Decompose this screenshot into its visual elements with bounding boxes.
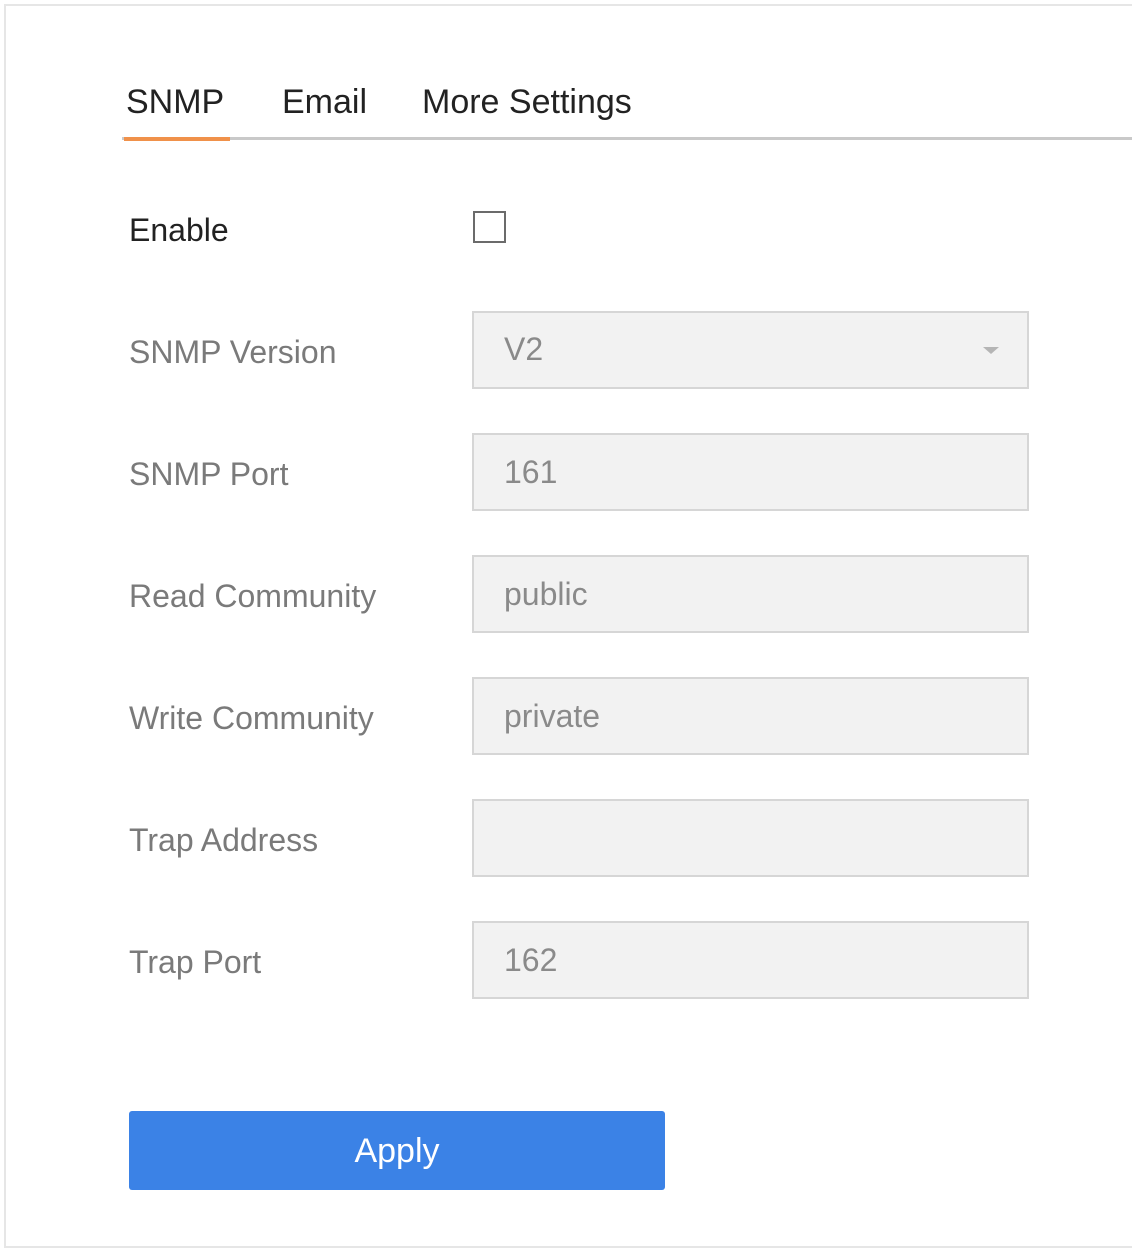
read-community-input[interactable] xyxy=(472,555,1029,633)
read-community-label: Read Community xyxy=(129,578,377,614)
tab-bar: SNMP Email More Settings xyxy=(122,76,1132,141)
enable-checkbox[interactable] xyxy=(473,211,506,243)
trap-port-label: Trap Port xyxy=(129,944,262,980)
snmp-port-input[interactable] xyxy=(472,433,1029,511)
write-community-label: Write Community xyxy=(129,700,374,736)
write-community-input[interactable] xyxy=(472,677,1029,755)
tab-snmp[interactable]: SNMP xyxy=(123,80,231,141)
snmp-port-label: SNMP Port xyxy=(129,456,289,492)
tab-more-settings[interactable]: More Settings xyxy=(422,80,632,138)
snmp-version-select[interactable]: V2 xyxy=(472,311,1029,389)
trap-address-input[interactable] xyxy=(472,799,1029,877)
trap-port-input[interactable] xyxy=(472,921,1029,999)
snmp-version-label: SNMP Version xyxy=(129,334,337,370)
trap-address-label: Trap Address xyxy=(129,822,319,858)
chevron-down-icon xyxy=(983,347,999,354)
snmp-version-value: V2 xyxy=(504,331,544,367)
tab-email[interactable]: Email xyxy=(282,80,367,138)
enable-label: Enable xyxy=(129,212,229,248)
apply-button[interactable]: Apply xyxy=(129,1111,665,1190)
